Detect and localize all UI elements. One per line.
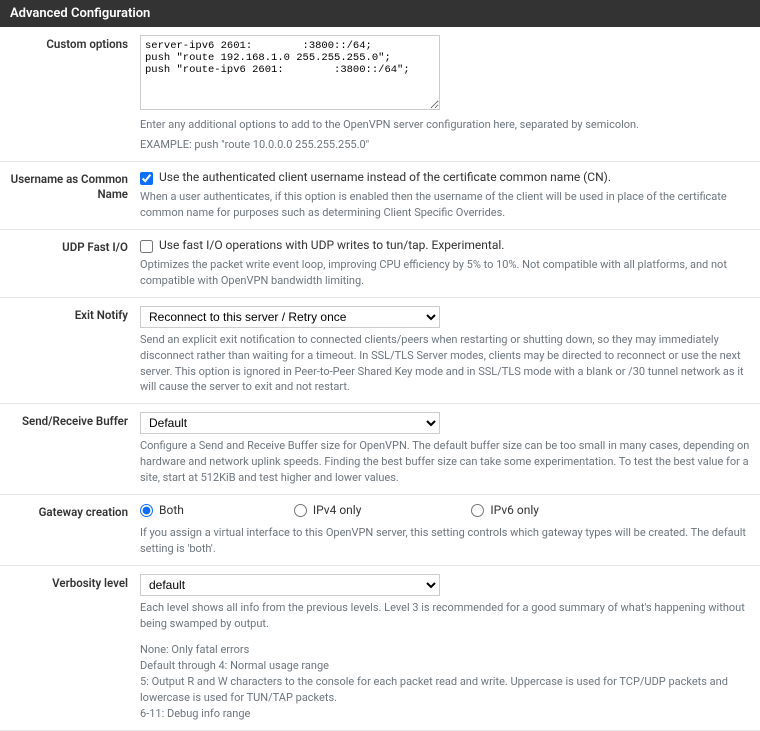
exit-notify-select[interactable]: Reconnect to this server / Retry once [140,306,440,328]
label-send-recv-buffer: Send/Receive Buffer [10,412,140,486]
verbosity-select[interactable]: default [140,574,440,596]
help-verbosity-2: None: Only fatal errors [140,642,750,658]
row-exit-notify: Exit Notify Reconnect to this server / R… [0,298,760,405]
help-custom-options-2: EXAMPLE: push "route 10.0.0.0 255.255.25… [140,137,750,153]
label-udp-fast-io: UDP Fast I/O [10,238,140,289]
help-verbosity-3: Default through 4: Normal usage range [140,658,750,674]
label-gateway-creation: Gateway creation [10,503,140,557]
gateway-radio-both-label: Both [159,503,184,517]
gateway-radio-ipv6-item[interactable]: IPv6 only [471,503,539,517]
help-verbosity-5: 6-11: Debug info range [140,706,750,722]
gateway-radio-ipv4-label: IPv4 only [313,503,362,517]
label-verbosity: Verbosity level [10,574,140,722]
udp-fast-io-checkbox[interactable] [140,240,153,253]
row-custom-options: Custom options Enter any additional opti… [0,27,760,162]
gateway-radio-ipv4-item[interactable]: IPv4 only [294,503,362,517]
send-recv-buffer-select[interactable]: Default [140,412,440,434]
label-custom-options: Custom options [10,35,140,153]
gateway-radio-both[interactable] [140,504,153,517]
gateway-radio-ipv6-label: IPv6 only [490,503,539,517]
label-exit-notify: Exit Notify [10,306,140,396]
gateway-radio-ipv6[interactable] [471,504,484,517]
row-udp-fast-io: UDP Fast I/O Use fast I/O operations wit… [0,230,760,298]
label-username-cn: Username as Common Name [10,170,140,221]
help-verbosity-4: 5: Output R and W characters to the cons… [140,674,750,706]
help-send-recv-buffer: Configure a Send and Receive Buffer size… [140,438,750,486]
help-verbosity-1: Each level shows all info from the previ… [140,600,750,632]
help-exit-notify: Send an explicit exit notification to co… [140,332,750,396]
section-header: Advanced Configuration [0,0,760,27]
help-custom-options-1: Enter any additional options to add to t… [140,117,750,133]
row-gateway-creation: Gateway creation Both IPv4 only IPv6 onl… [0,495,760,566]
row-username-cn: Username as Common Name Use the authenti… [0,162,760,230]
gateway-radio-ipv4[interactable] [294,504,307,517]
username-cn-checkbox[interactable] [140,172,153,185]
row-send-recv-buffer: Send/Receive Buffer Default Configure a … [0,404,760,495]
row-verbosity: Verbosity level default Each level shows… [0,566,760,731]
gateway-radio-both-item[interactable]: Both [140,503,184,517]
udp-fast-io-checkbox-label: Use fast I/O operations with UDP writes … [159,238,504,252]
help-gateway-creation: If you assign a virtual interface to thi… [140,525,750,557]
help-username-cn: When a user authenticates, if this optio… [140,189,750,221]
username-cn-checkbox-label: Use the authenticated client username in… [159,170,611,184]
help-udp-fast-io: Optimizes the packet write event loop, i… [140,257,750,289]
custom-options-textarea[interactable] [140,35,440,110]
